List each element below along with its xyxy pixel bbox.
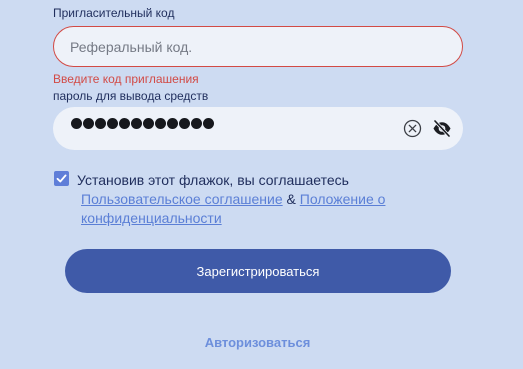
password-dot bbox=[203, 118, 214, 129]
password-dot bbox=[71, 118, 82, 129]
withdraw-password-field[interactable] bbox=[53, 107, 463, 150]
password-dot bbox=[95, 118, 106, 129]
password-dot bbox=[131, 118, 142, 129]
withdraw-password-label: пароль для вывода средств bbox=[53, 89, 209, 103]
agreement-statement: Установив этот флажок, вы соглашаетесь bbox=[77, 172, 349, 188]
referral-code-input[interactable] bbox=[70, 27, 440, 66]
password-dot bbox=[143, 118, 154, 129]
privacy-link-line1[interactable]: Положение о bbox=[300, 191, 386, 207]
password-dot bbox=[167, 118, 178, 129]
password-dot bbox=[119, 118, 130, 129]
referral-code-field[interactable] bbox=[53, 26, 463, 67]
password-dot bbox=[155, 118, 166, 129]
eye-off-icon[interactable] bbox=[432, 119, 452, 143]
password-dot bbox=[191, 118, 202, 129]
agreement-checkbox[interactable] bbox=[54, 171, 69, 186]
login-link[interactable]: Авторизоваться bbox=[0, 335, 515, 350]
privacy-link-line2[interactable]: конфиденциальности bbox=[81, 210, 222, 226]
agreement-text: Установив этот флажок, вы соглашаетесь П… bbox=[77, 171, 407, 228]
withdraw-password-input[interactable] bbox=[71, 118, 214, 129]
password-dot bbox=[83, 118, 94, 129]
user-agreement-link[interactable]: Пользовательское соглашение bbox=[81, 191, 283, 207]
password-dot bbox=[179, 118, 190, 129]
clear-circle-icon[interactable] bbox=[403, 119, 422, 143]
register-button[interactable]: Зарегистрироваться bbox=[65, 249, 451, 293]
referral-code-label: Пригласительный код bbox=[53, 6, 175, 20]
password-dot bbox=[107, 118, 118, 129]
agreement-and: & bbox=[286, 191, 296, 207]
checkmark-icon bbox=[56, 174, 67, 183]
referral-code-error: Введите код приглашения bbox=[53, 72, 199, 86]
